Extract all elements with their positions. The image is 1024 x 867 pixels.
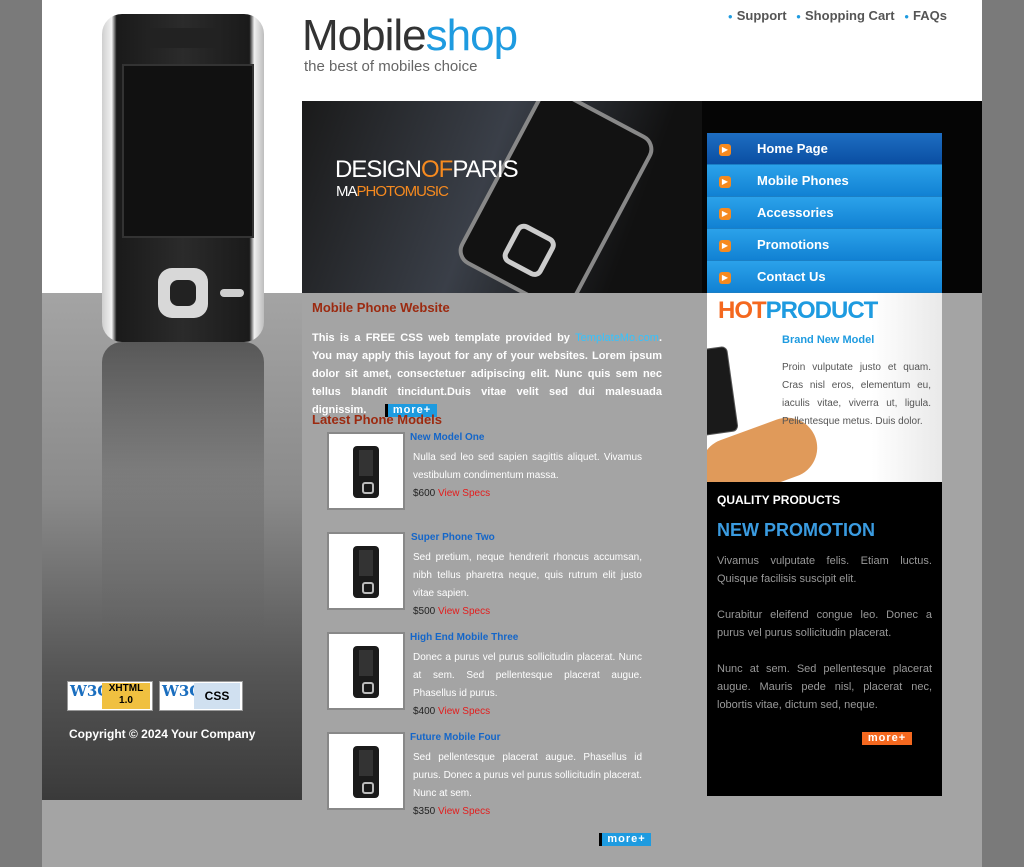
nav-label: Home Page bbox=[757, 141, 828, 156]
product-title[interactable]: High End Mobile Three bbox=[410, 632, 518, 643]
hand-holding-phone-image bbox=[707, 345, 826, 482]
product-description: Sed pellentesque placerat augue. Phasell… bbox=[413, 749, 642, 821]
view-specs-link[interactable]: View Specs bbox=[438, 706, 490, 717]
product-price: $350 bbox=[413, 806, 436, 817]
product-thumbnail[interactable] bbox=[327, 532, 405, 610]
css-label: CSS bbox=[194, 683, 240, 709]
brand-word-1: DESIGN bbox=[335, 156, 422, 183]
quality-products-heading: QUALITY PRODUCTS bbox=[717, 493, 841, 507]
faqs-link[interactable]: FAQs bbox=[904, 8, 947, 23]
page: Mobileshop the best of mobiles choice Su… bbox=[42, 0, 982, 867]
main-heading: Mobile Phone Website bbox=[312, 300, 450, 315]
latest-heading: Latest Phone Models bbox=[312, 412, 443, 427]
product-title[interactable]: New Model One bbox=[410, 432, 484, 443]
product-price: $500 bbox=[413, 606, 436, 617]
product-price-line: $600 View Specs bbox=[413, 485, 642, 503]
nav-label: Promotions bbox=[757, 237, 830, 252]
w3c-xhtml-badge[interactable]: W3C XHTML 1.0 bbox=[67, 681, 153, 711]
subbrand-word-3: MUSIC bbox=[404, 183, 449, 200]
brand-word-2: OF bbox=[421, 156, 453, 183]
hot-product-description: Proin vulputate justo et quam. Cras nisl… bbox=[782, 362, 931, 427]
product-thumbnail[interactable] bbox=[327, 632, 405, 710]
copyright: Copyright © 2024 Your Company bbox=[69, 727, 256, 741]
promo-more-button[interactable]: more+ bbox=[862, 732, 912, 745]
nav-label: Accessories bbox=[757, 205, 834, 220]
view-specs-link[interactable]: View Specs bbox=[438, 488, 490, 499]
promo-paragraph: Vivamus vulputate felis. Etiam luctus. Q… bbox=[717, 555, 932, 585]
phone-icon bbox=[353, 746, 379, 798]
nav-item-accessories[interactable]: ▶ Accessories bbox=[707, 197, 942, 229]
xhtml-label: XHTML 1.0 bbox=[102, 683, 150, 709]
hot-product-title: HOTPRODUCT bbox=[718, 297, 879, 325]
view-specs-link[interactable]: View Specs bbox=[438, 806, 490, 817]
logo-tagline: the best of mobiles choice bbox=[304, 58, 478, 75]
new-promotion-heading: NEW PROMOTION bbox=[717, 520, 875, 540]
logo-main: Mobile bbox=[302, 11, 427, 60]
nav-item-mobile-phones[interactable]: ▶ Mobile Phones bbox=[707, 165, 942, 197]
intro-after: . You may apply this layout for any of y… bbox=[312, 332, 662, 416]
phone-icon bbox=[353, 446, 379, 498]
shopping-cart-link[interactable]: Shopping Cart bbox=[796, 8, 894, 23]
nav-item-home[interactable]: ▶ Home Page bbox=[707, 133, 942, 165]
phone-illustration bbox=[102, 14, 264, 342]
hot-word: HOT bbox=[718, 297, 767, 324]
w3c-css-badge[interactable]: W3C CSS bbox=[159, 681, 243, 711]
promo-paragraph: Curabitur eleifend congue leo. Donec a p… bbox=[717, 609, 932, 639]
arrow-right-icon: ▶ bbox=[719, 176, 731, 188]
product-description: Nulla sed leo sed sapien sagittis alique… bbox=[413, 449, 642, 503]
promo-paragraph: Nunc at sem. Sed pellentesque placerat a… bbox=[717, 663, 932, 711]
product-word: PRODUCT bbox=[765, 297, 879, 324]
nav-label: Contact Us bbox=[757, 269, 826, 284]
phone-icon bbox=[353, 646, 379, 698]
product-thumbnail[interactable] bbox=[327, 432, 405, 510]
top-links: Support Shopping Cart FAQs bbox=[722, 8, 947, 23]
hot-product-subtitle[interactable]: Brand New Model bbox=[782, 334, 874, 346]
product-desc-text: Sed pretium, neque hendrerit rhoncus acc… bbox=[413, 552, 642, 599]
nav-label: Mobile Phones bbox=[757, 173, 849, 188]
product-price: $400 bbox=[413, 706, 436, 717]
support-link[interactable]: Support bbox=[728, 8, 787, 23]
nav-item-promotions[interactable]: ▶ Promotions bbox=[707, 229, 942, 261]
product-description: Sed pretium, neque hendrerit rhoncus acc… bbox=[413, 549, 642, 621]
product-title[interactable]: Super Phone Two bbox=[411, 532, 495, 543]
logo-accent: shop bbox=[425, 11, 518, 60]
view-specs-link[interactable]: View Specs bbox=[438, 606, 490, 617]
banner-subbrand: MAPHOTOMUSIC bbox=[336, 183, 449, 200]
product-description: Donec a purus vel purus sollicitudin pla… bbox=[413, 649, 642, 721]
intro-text: This is a FREE CSS web template provided… bbox=[312, 329, 662, 419]
more-button-bottom[interactable]: more+ bbox=[599, 833, 651, 846]
promotion-box: QUALITY PRODUCTS NEW PROMOTION Vivamus v… bbox=[707, 482, 942, 796]
arrow-right-icon: ▶ bbox=[719, 208, 731, 220]
site-logo[interactable]: Mobileshop the best of mobiles choice bbox=[302, 11, 518, 76]
phone-screen bbox=[122, 64, 254, 238]
product-price-line: $500 View Specs bbox=[413, 603, 642, 621]
subbrand-word-1: MA bbox=[336, 183, 357, 200]
product-desc-text: Nulla sed leo sed sapien sagittis alique… bbox=[413, 452, 642, 481]
arrow-right-icon: ▶ bbox=[719, 272, 731, 284]
hot-product-box: HOTPRODUCT Brand New Model Proin vulputa… bbox=[707, 293, 942, 482]
banner-brand: DESIGNOFPARIS bbox=[335, 156, 519, 184]
product-price-line: $400 View Specs bbox=[413, 703, 642, 721]
templatemo-link[interactable]: TemplateMo.com bbox=[575, 332, 659, 344]
phone-icon bbox=[353, 546, 379, 598]
arrow-right-icon: ▶ bbox=[719, 144, 731, 156]
subbrand-word-2: PHOTO bbox=[356, 183, 406, 200]
arrow-right-icon: ▶ bbox=[719, 240, 731, 252]
main-nav: ▶ Home Page ▶ Mobile Phones ▶ Accessories ▶… bbox=[707, 133, 942, 293]
nav-item-contact-us[interactable]: ▶ Contact Us bbox=[707, 261, 942, 293]
phone-speaker bbox=[148, 28, 218, 48]
intro-before: This is a FREE CSS web template provided… bbox=[312, 332, 576, 344]
product-desc-text: Donec a purus vel purus sollicitudin pla… bbox=[413, 652, 642, 699]
phone-key bbox=[220, 289, 244, 297]
product-desc-text: Sed pellentesque placerat augue. Phasell… bbox=[413, 752, 643, 799]
product-title[interactable]: Future Mobile Four bbox=[410, 732, 501, 743]
main-content: Mobile Phone Website This is a FREE CSS … bbox=[312, 293, 662, 817]
product-price-line: $350 View Specs bbox=[413, 803, 642, 821]
product-price: $600 bbox=[413, 488, 436, 499]
phone-dpad bbox=[158, 268, 208, 318]
product-thumbnail[interactable] bbox=[327, 732, 405, 810]
brand-word-3: PARIS bbox=[452, 156, 518, 183]
phone-reflection bbox=[102, 342, 264, 662]
